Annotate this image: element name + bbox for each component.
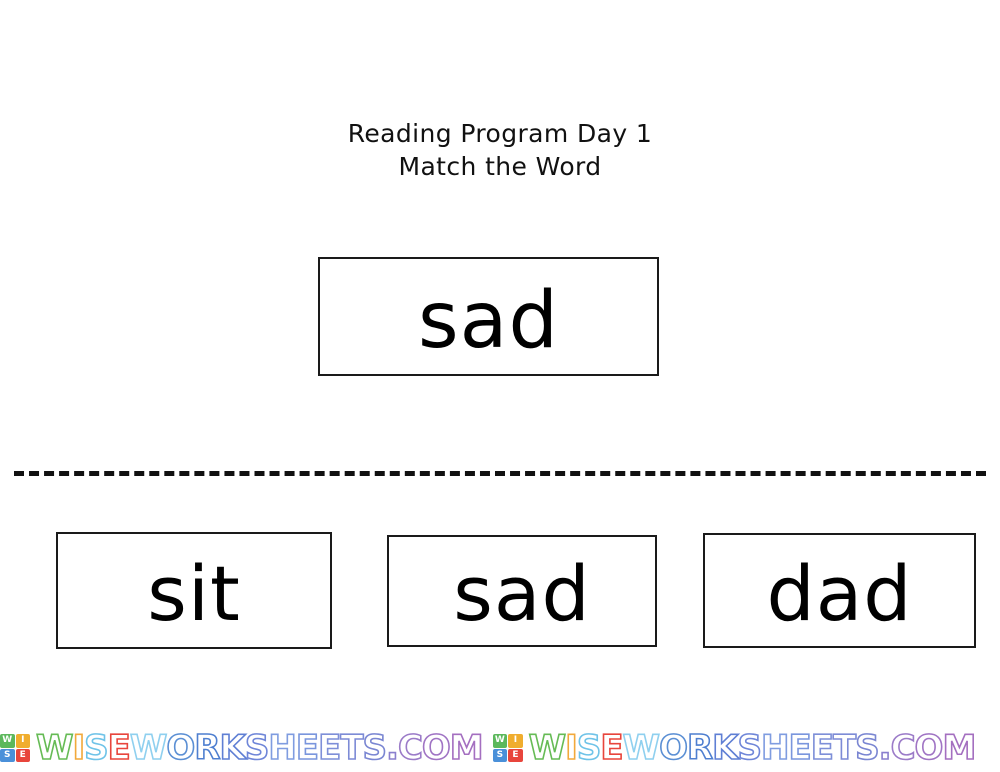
watermark-letter: S <box>576 728 602 768</box>
watermark-letter: C <box>397 728 424 768</box>
worksheet-page: Reading Program Day 1 Match the Word sad… <box>0 0 1000 772</box>
prompt-word-box: sad <box>318 257 659 376</box>
watermark-letter: T <box>340 728 365 768</box>
logo-tile-letter: I <box>15 734 30 748</box>
wiseworksheets-logo-icon: WISE <box>492 734 523 762</box>
page-title: Reading Program Day 1 Match the Word <box>0 118 1000 183</box>
logo-tile-letter: S <box>0 748 15 762</box>
title-line-1: Reading Program Day 1 <box>347 119 653 148</box>
watermark-letter: E <box>107 728 132 768</box>
watermark-letter: R <box>686 728 714 768</box>
answer-choice-box-2[interactable]: sad <box>387 535 657 647</box>
wiseworksheets-logo-icon: WISE <box>0 734 30 762</box>
answer-choice-label-3: dad <box>766 548 913 638</box>
watermark-unit: WISE WISEWORKSHEETS.COM <box>492 728 977 768</box>
logo-tile-letter: S <box>492 748 508 762</box>
logo-tile-letter: E <box>15 748 30 762</box>
watermark-letter: M <box>449 728 484 768</box>
watermark-letter: E <box>295 728 320 768</box>
watermark-letter: E <box>788 728 813 768</box>
watermark-letter: W <box>129 728 168 768</box>
watermark-letter: O <box>914 728 944 768</box>
watermark-letter: K <box>711 728 739 768</box>
watermark-letter: E <box>810 728 835 768</box>
watermark-letter: K <box>219 728 247 768</box>
watermark-wordmark: WISEWORKSHEETS.COM <box>35 728 484 768</box>
logo-tile-letter: I <box>508 734 523 748</box>
watermark-strip: WISE WISEWORKSHEETS.COM WISE WISEWORKSHE… <box>0 724 1000 772</box>
watermark-letter: W <box>528 728 567 768</box>
watermark-letter: S <box>362 728 388 768</box>
watermark-letter: M <box>942 728 977 768</box>
prompt-word-text: sad <box>418 275 559 366</box>
watermark-letter: I <box>564 728 578 768</box>
watermark-letter: O <box>658 728 688 768</box>
watermark-letter: E <box>600 728 625 768</box>
watermark-letter: . <box>385 728 400 768</box>
watermark-letter: C <box>890 728 917 768</box>
answer-choice-label-1: sit <box>147 548 241 638</box>
watermark-letter: W <box>622 728 661 768</box>
watermark-letter: S <box>244 728 270 768</box>
answer-choice-box-3[interactable]: dad <box>703 533 976 648</box>
watermark-letter: R <box>194 728 222 768</box>
watermark-letter: S <box>83 728 109 768</box>
watermark-letter: E <box>317 728 342 768</box>
watermark-wordmark: WISEWORKSHEETS.COM <box>528 728 977 768</box>
watermark-letter: H <box>760 728 790 768</box>
answer-choices-row: sit sad dad <box>0 532 1000 652</box>
watermark-unit: WISE WISEWORKSHEETS.COM <box>0 728 484 768</box>
answer-choice-label-2: sad <box>453 549 591 638</box>
watermark-letter: I <box>72 728 86 768</box>
watermark-letter: W <box>35 728 74 768</box>
watermark-letter: O <box>421 728 451 768</box>
watermark-letter: S <box>854 728 880 768</box>
watermark-letter: H <box>268 728 298 768</box>
watermark-letter: T <box>832 728 857 768</box>
watermark-letter: . <box>878 728 893 768</box>
watermark-letter: S <box>737 728 763 768</box>
answer-choice-box-1[interactable]: sit <box>56 532 332 649</box>
title-line-2: Match the Word <box>398 151 602 181</box>
logo-tile-letter: W <box>492 734 508 748</box>
dashed-divider <box>14 471 986 476</box>
logo-tile-letter: E <box>508 748 523 762</box>
logo-tile-letter: W <box>0 734 15 748</box>
watermark-letter: O <box>166 728 196 768</box>
